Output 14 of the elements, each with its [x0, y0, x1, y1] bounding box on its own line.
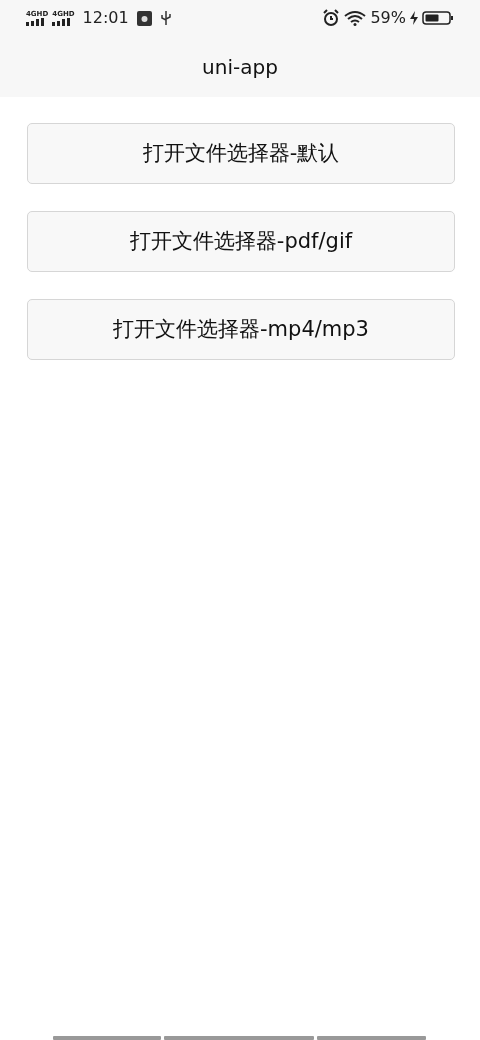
- open-file-picker-button[interactable]: 打开文件选择器-默认: [27, 123, 455, 184]
- app-notification-icon: [136, 10, 152, 26]
- clock-time: 12:01: [82, 7, 129, 29]
- battery-icon: [422, 11, 454, 25]
- open-file-picker-button[interactable]: 打开文件选择器-mp4/mp3: [27, 299, 455, 360]
- gesture-bar[interactable]: [53, 1036, 427, 1040]
- signal-icon: [52, 17, 71, 26]
- alarm-icon: [322, 9, 341, 27]
- open-file-picker-button[interactable]: 打开文件选择器-pdf/gif: [27, 211, 455, 272]
- signal-icon: [26, 17, 44, 26]
- battery-percentage: 59%: [370, 7, 406, 29]
- page-title: uni-app: [202, 53, 278, 81]
- usb-icon: [159, 10, 172, 26]
- wifi-icon: [344, 10, 367, 26]
